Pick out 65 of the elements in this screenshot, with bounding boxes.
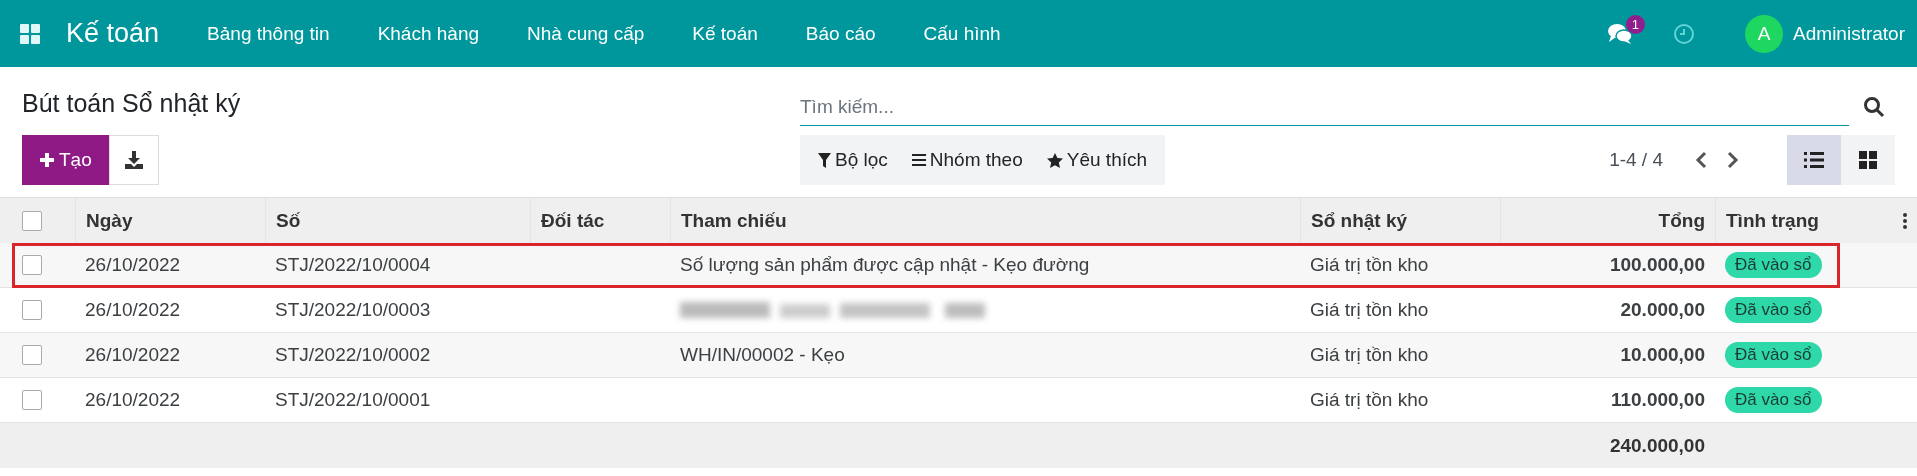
chevron-left-icon	[1695, 151, 1707, 169]
filter-menu-button[interactable]: Nhóm theo	[901, 149, 1033, 171]
create-button[interactable]: Tạo	[22, 135, 109, 185]
status-badge: Đã vào sổ	[1725, 342, 1822, 368]
app-name[interactable]: Kế toán	[66, 18, 160, 49]
plus-icon	[39, 152, 55, 168]
filter-menu-button[interactable]: Bộ lọc	[808, 149, 898, 171]
status-badge: Đã vào sổ	[1725, 297, 1822, 323]
grid-icon	[1859, 151, 1877, 169]
row-checkbox[interactable]	[22, 345, 42, 365]
download-button[interactable]	[108, 135, 159, 185]
table-cell: Giá trị tồn kho	[1310, 254, 1429, 276]
row-checkbox[interactable]	[22, 390, 42, 410]
page-title: Bút toán Sổ nhật ký	[22, 89, 242, 119]
table-cell: Giá trị tồn kho	[1310, 344, 1429, 366]
table-cell: 26/10/2022	[85, 299, 181, 321]
menu-item[interactable]: Cấu hình	[899, 22, 1025, 45]
table-row[interactable]: 26/10/2022 STJ/2022/10/0002 WH/IN/00002 - Kẹo Giá trị tồn kho 10.000,00 Đã vào sổ	[0, 333, 1917, 378]
column-header[interactable]: Tổng	[1500, 198, 1715, 243]
menu-item[interactable]: Khách hàng	[353, 22, 504, 45]
menu-item[interactable]: Nhà cung cấp	[503, 22, 669, 45]
list-view-button[interactable]	[1787, 135, 1841, 185]
table-cell: Số lượng sản phẩm được cập nhật - Kẹo đường	[680, 254, 1090, 276]
pager-text: 1-4 / 4	[1609, 149, 1663, 171]
chevron-right-icon	[1727, 151, 1739, 169]
table-cell: 20.000,00	[1620, 299, 1705, 321]
filter-icon	[818, 152, 831, 168]
table-cell: 10.000,00	[1620, 344, 1705, 366]
row-checkbox[interactable]	[22, 300, 42, 320]
user-name[interactable]: Administrator	[1793, 22, 1905, 45]
table-cell: 26/10/2022	[85, 344, 181, 366]
menu-item[interactable]: Kế toán	[668, 22, 782, 45]
table-cell: STJ/2022/10/0004	[275, 254, 431, 276]
select-all-checkbox[interactable]	[22, 210, 42, 231]
list-lines-icon	[911, 154, 926, 166]
table-cell: WH/IN/00002 - Kẹo	[680, 344, 845, 366]
row-checkbox[interactable]	[22, 255, 42, 275]
table-cell: Giá trị tồn kho	[1310, 389, 1429, 411]
table-cell: STJ/2022/10/0002	[275, 344, 431, 366]
table-cell: 26/10/2022	[85, 254, 181, 276]
more-options-icon[interactable]	[1903, 212, 1907, 229]
column-header[interactable]: Tham chiếu	[670, 198, 1300, 243]
menu-item[interactable]: Báo cáo	[781, 22, 900, 45]
table-cell: Giá trị tồn kho	[1310, 299, 1429, 321]
table-cell: 100.000,00	[1609, 254, 1705, 276]
table-row[interactable]: 26/10/2022 STJ/2022/10/0004 Số lượng sản phẩm được cập nhật - Kẹo đường Giá trị tồn kho 100.000,00 Đã vào sổ	[0, 243, 1917, 288]
download-icon	[123, 150, 144, 170]
message-count-badge: 1	[1625, 14, 1646, 34]
filter-menu-button[interactable]: Yêu thích	[1036, 149, 1158, 171]
column-header[interactable]: Sổ nhật ký	[1300, 198, 1500, 243]
table-cell: STJ/2022/10/0003	[275, 299, 431, 321]
table-cell: STJ/2022/10/0001	[275, 389, 431, 411]
table-cell: 26/10/2022	[85, 389, 181, 411]
menu-item[interactable]: Bảng thông tin	[183, 22, 354, 45]
apps-grid-icon[interactable]	[20, 23, 40, 44]
search-icon[interactable]	[1863, 96, 1885, 118]
column-header[interactable]: Đối tác	[530, 198, 670, 243]
status-badge: Đã vào sổ	[1725, 387, 1822, 413]
column-header[interactable]: Ngày	[75, 198, 265, 243]
list-icon	[1804, 152, 1824, 168]
column-header[interactable]: Số	[265, 198, 530, 243]
status-badge: Đã vào sổ	[1725, 252, 1822, 278]
star-icon	[1046, 152, 1063, 168]
footer-total: 240.000,00	[1609, 434, 1705, 457]
table-cell: 110.000,00	[1610, 389, 1705, 411]
